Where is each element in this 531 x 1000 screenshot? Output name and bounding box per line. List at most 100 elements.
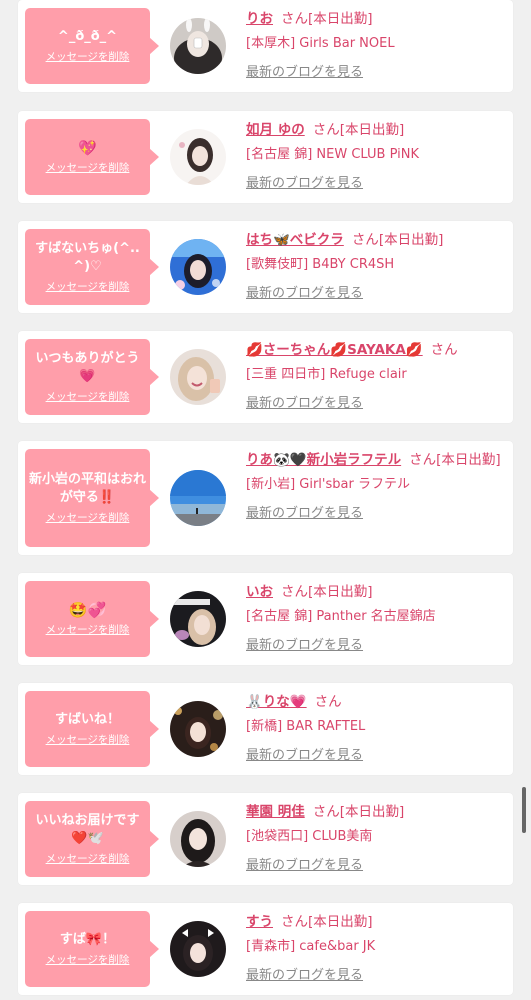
user-name-link[interactable]: いお: [246, 584, 273, 600]
status-text: [本日出勤]: [339, 804, 405, 820]
delete-message-link[interactable]: メッセージを削除: [46, 161, 130, 175]
status-text: [本日出勤]: [339, 122, 405, 138]
list-item: ^_ð_ð_^ メッセージを削除 りお さん[本日出勤] [本厚木] Girls …: [18, 0, 513, 92]
avatar[interactable]: [170, 921, 226, 977]
seaside-sky-avatar-icon: [170, 470, 226, 526]
message-text: すば🎀！: [59, 932, 116, 947]
delete-message-link[interactable]: メッセージを削除: [46, 280, 130, 294]
user-info: 華園 明佳 さん[本日出勤] [池袋西口] CLUB美南 最新のブログを見る: [246, 801, 504, 877]
delete-message-link[interactable]: メッセージを削除: [46, 511, 130, 525]
shop-text: [名古屋 錦] Panther 名古屋錦店: [246, 609, 436, 624]
message-text: 🤩💞: [68, 601, 107, 619]
avatar[interactable]: [170, 129, 226, 185]
honorific: さん: [281, 11, 308, 27]
honorific: さん: [312, 804, 340, 820]
user-info: りお さん[本日出勤] [本厚木] Girls Bar NOEL 最新のブログを見…: [246, 8, 504, 84]
girl-selfie-avatar-icon: [170, 349, 226, 405]
blog-link[interactable]: 最新のブログを見る: [246, 173, 363, 195]
message-bubble: すば🎀！ メッセージを削除: [25, 911, 159, 987]
user-info: はち🦋ベビクラ さん[本日出勤] [歌舞伎町] B4BY CR4SH 最新のブログ…: [246, 229, 504, 305]
shop-text: [三重 四日市] Refuge clair: [246, 367, 407, 382]
user-info: 💋さーちゃん💋SAYAKA💋 さん [三重 四日市] Refuge clair 最…: [246, 339, 504, 415]
status-text: [本日出勤]: [436, 452, 501, 468]
avatar[interactable]: [170, 239, 226, 295]
message-bubble: すばないちゅ(^..^)♡ メッセージを削除: [25, 229, 159, 305]
blog-link[interactable]: 最新のブログを見る: [246, 855, 363, 877]
user-info: りあ🐼🖤新小岩ラフテル さん[本日出勤] [新小岩] Girl'sbar ラフテル…: [246, 449, 504, 525]
shop-text: [本厚木] Girls Bar NOEL: [246, 36, 395, 51]
list-item: いつもありがとう💗 メッセージを削除 💋さーちゃん💋SAYAKA💋 さん [三重 …: [18, 331, 513, 423]
list-item: いいねお届けです❤️🕊️ メッセージを削除 華園 明佳 さん[本日出勤] [池袋西…: [18, 793, 513, 885]
girl-blue-background-avatar-icon: [170, 239, 226, 295]
girl-portrait-avatar-icon: [170, 129, 226, 185]
shop-text: [池袋西口] CLUB美南: [246, 829, 373, 844]
avatar[interactable]: [170, 18, 226, 74]
list-item: すばいね！ メッセージを削除 🐰りな💗 さん [新橋] BAR RAFTEL 最…: [18, 683, 513, 775]
delete-message-link[interactable]: メッセージを削除: [46, 852, 130, 866]
blog-link[interactable]: 最新のブログを見る: [246, 283, 363, 305]
user-name-link[interactable]: 如月 ゆの: [246, 122, 305, 138]
user-name-link[interactable]: すう: [246, 914, 273, 930]
message-text: 新小岩の平和はおれが守る‼️: [29, 472, 147, 505]
girl-twin-ribbons-avatar-icon: [170, 921, 226, 977]
message-bubble: ^_ð_ð_^ メッセージを削除: [25, 8, 159, 84]
avatar[interactable]: [170, 811, 226, 867]
delete-message-link[interactable]: メッセージを削除: [46, 733, 130, 747]
user-info: 如月 ゆの さん[本日出勤] [名古屋 錦] NEW CLUB PiNK 最新のブ…: [246, 119, 504, 195]
list-item: 🤩💞 メッセージを削除 いお さん[本日出勤] [名古屋 錦] Panther 名…: [18, 573, 513, 665]
delete-message-link[interactable]: メッセージを削除: [46, 953, 130, 967]
status-text: [本日出勤]: [308, 914, 373, 930]
message-bubble: 新小岩の平和はおれが守る‼️ メッセージを削除: [25, 449, 159, 547]
girl-with-bunny-filter-avatar-icon: [170, 18, 226, 74]
user-name-link[interactable]: 💋さーちゃん💋SAYAKA💋: [246, 342, 423, 358]
honorific: さん: [312, 122, 340, 138]
message-bubble: いいねお届けです❤️🕊️ メッセージを削除: [25, 801, 159, 877]
user-name-link[interactable]: りあ🐼🖤新小岩ラフテル: [246, 452, 401, 468]
user-name-link[interactable]: りお: [246, 11, 273, 27]
user-name-link[interactable]: 華園 明佳: [246, 804, 305, 820]
message-bubble: 🤩💞 メッセージを削除: [25, 581, 159, 657]
blog-link[interactable]: 最新のブログを見る: [246, 635, 363, 657]
shop-text: [歌舞伎町] B4BY CR4SH: [246, 257, 395, 272]
honorific: さん: [430, 342, 458, 358]
panther-logo-girl-avatar-icon: [170, 591, 226, 647]
delete-message-link[interactable]: メッセージを削除: [46, 50, 130, 64]
list-item: 新小岩の平和はおれが守る‼️ メッセージを削除 りあ🐼🖤新小岩ラフテル さん[本日…: [18, 441, 513, 555]
avatar[interactable]: [170, 349, 226, 405]
shop-text: [新橋] BAR RAFTEL: [246, 719, 366, 734]
message-text: すばないちゅ(^..^)♡: [35, 241, 140, 274]
delete-message-link[interactable]: メッセージを削除: [46, 623, 130, 637]
page: ^_ð_ð_^ メッセージを削除 りお さん[本日出勤] [本厚木] Girls …: [0, 0, 531, 1000]
honorific: さん: [314, 694, 342, 710]
user-name-link[interactable]: はち🦋ベビクラ: [246, 232, 344, 248]
blog-link[interactable]: 最新のブログを見る: [246, 745, 363, 767]
status-text: [本日出勤]: [378, 232, 444, 248]
blog-link[interactable]: 最新のブログを見る: [246, 393, 363, 415]
status-text: [本日出勤]: [308, 584, 373, 600]
blog-link[interactable]: 最新のブログを見る: [246, 965, 363, 987]
girl-bokeh-avatar-icon: [170, 701, 226, 757]
honorific: さん: [281, 584, 308, 600]
user-name-link[interactable]: 🐰りな💗: [246, 694, 307, 710]
shop-text: [青森市] cafe&bar JK: [246, 939, 376, 954]
blog-link[interactable]: 最新のブログを見る: [246, 62, 363, 84]
message-text: いつもありがとう💗: [35, 351, 140, 384]
message-text: 💖: [78, 139, 97, 157]
honorific: さん: [281, 914, 308, 930]
message-text: ^_ð_ð_^: [57, 29, 118, 44]
avatar[interactable]: [170, 591, 226, 647]
user-info: いお さん[本日出勤] [名古屋 錦] Panther 名古屋錦店 最新のブログを…: [246, 581, 504, 657]
shop-text: [名古屋 錦] NEW CLUB PiNK: [246, 147, 419, 162]
avatar[interactable]: [170, 701, 226, 757]
message-bubble: いつもありがとう💗 メッセージを削除: [25, 339, 159, 415]
message-text: いいねお届けです❤️🕊️: [35, 813, 140, 846]
scrollbar-thumb[interactable]: [522, 787, 526, 833]
delete-message-link[interactable]: メッセージを削除: [46, 390, 130, 404]
list-item: すば🎀！ メッセージを削除 すう さん[本日出勤] [青森市] cafe&bar …: [18, 903, 513, 995]
honorific: さん: [409, 452, 437, 468]
list-item: 💖 メッセージを削除 如月 ゆの さん[本日出勤] [名古屋 錦] NEW CLU…: [18, 111, 513, 203]
blog-link[interactable]: 最新のブログを見る: [246, 503, 363, 525]
avatar[interactable]: [170, 470, 226, 526]
list-item: すばないちゅ(^..^)♡ メッセージを削除 はち🦋ベビクラ さん[本日出勤] […: [18, 221, 513, 313]
status-text: [本日出勤]: [308, 11, 373, 27]
